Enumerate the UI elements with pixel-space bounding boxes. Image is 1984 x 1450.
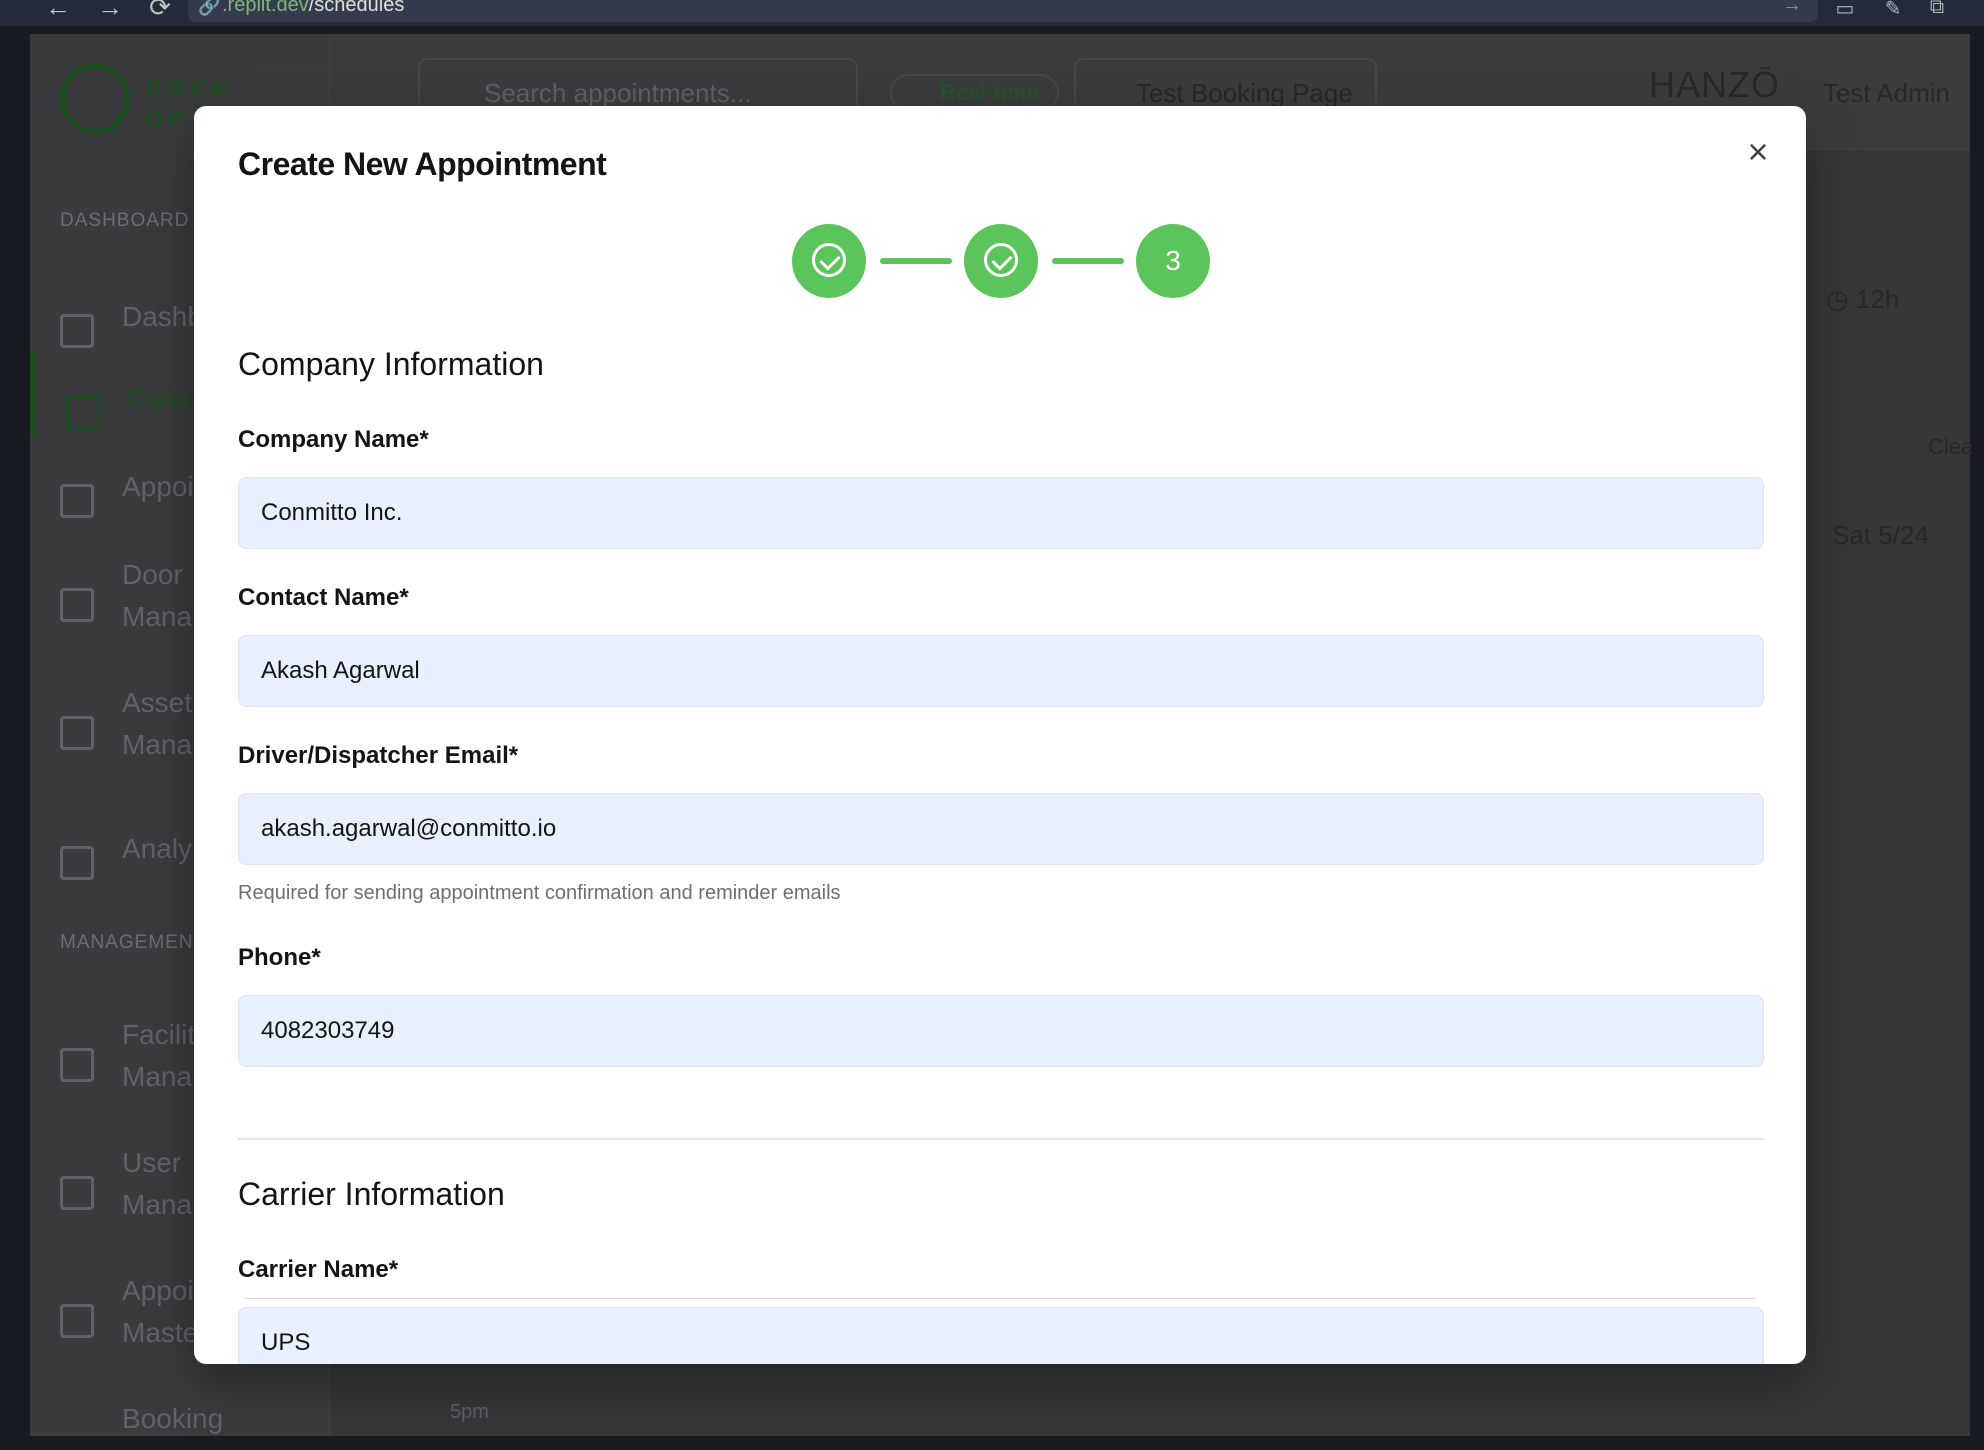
company-name-input[interactable] <box>238 477 1764 549</box>
modal-title: Create New Appointment <box>238 146 607 182</box>
create-appointment-modal: Create New Appointment × 3 Company Infor… <box>194 106 1806 1364</box>
contact-name-label: Contact Name* <box>238 584 409 611</box>
carrier-name-label: Carrier Name* <box>238 1256 399 1283</box>
phone-input[interactable] <box>238 995 1764 1067</box>
email-input[interactable] <box>238 793 1764 865</box>
step-1-complete <box>792 224 866 298</box>
company-information-heading: Company Information <box>238 346 544 382</box>
email-label: Driver/Dispatcher Email* <box>238 742 519 769</box>
step-connector <box>880 258 952 264</box>
step-connector <box>1052 258 1124 264</box>
section-divider <box>238 1138 1764 1140</box>
contact-name-input[interactable] <box>238 635 1764 707</box>
email-helper-text: Required for sending appointment confirm… <box>238 882 841 904</box>
phone-label: Phone* <box>238 944 321 971</box>
step-3-current: 3 <box>1136 224 1210 298</box>
company-name-label: Company Name* <box>238 426 429 453</box>
check-circle-icon <box>812 242 846 277</box>
step-2-complete <box>964 224 1038 298</box>
carrier-information-heading: Carrier Information <box>238 1176 505 1212</box>
field-separator <box>244 1298 1756 1299</box>
step-indicator: 3 <box>792 224 1212 298</box>
close-icon[interactable]: × <box>1740 134 1776 170</box>
check-circle-icon <box>984 242 1018 277</box>
carrier-name-input[interactable] <box>238 1307 1764 1364</box>
